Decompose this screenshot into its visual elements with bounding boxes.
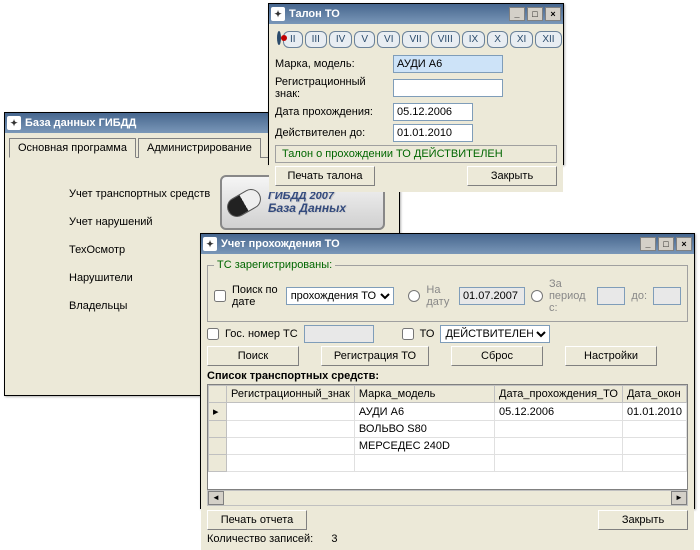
- maximize-button[interactable]: □: [527, 7, 543, 21]
- col-enddate[interactable]: Дата_окон: [622, 386, 686, 403]
- lbl-to-chk: ТО: [420, 328, 435, 340]
- lbl-validuntil: Действителен до:: [275, 127, 387, 139]
- close-talon-button[interactable]: Закрыть: [467, 166, 557, 186]
- table-row[interactable]: ВОЛЬВО S80: [209, 421, 687, 438]
- reset-button[interactable]: Сброс: [451, 346, 543, 366]
- pill-icon: [223, 185, 264, 220]
- lbl-search-date: Поиск по дате: [232, 284, 280, 308]
- regnum-input[interactable]: [393, 79, 503, 97]
- lbl-regnum: Регистрационный знак:: [275, 76, 387, 100]
- to-titlebar[interactable]: ✦ Учет прохождения ТО _ □ ×: [201, 234, 694, 254]
- roman-3[interactable]: III: [305, 31, 327, 48]
- table-row[interactable]: ▸АУДИ А605.12.200601.01.2010: [209, 403, 687, 421]
- col-model[interactable]: Марка_модель: [354, 386, 494, 403]
- to-icon: ✦: [203, 237, 217, 251]
- period-from-input[interactable]: [597, 287, 625, 305]
- roman-6[interactable]: VI: [377, 31, 400, 48]
- roman-11[interactable]: XI: [510, 31, 533, 48]
- print-report-button[interactable]: Печать отчета: [207, 510, 307, 530]
- passdate-input[interactable]: [393, 103, 473, 121]
- roman-8[interactable]: VIII: [431, 31, 460, 48]
- count-label: Количество записей:: [207, 533, 313, 545]
- close-button[interactable]: ×: [545, 7, 561, 21]
- col-regnum[interactable]: Регистрационный_знак: [227, 386, 355, 403]
- lbl-model: Марка, модель:: [275, 58, 387, 70]
- logo-line2: База Данных: [268, 202, 346, 214]
- list-title: Список транспортных средств:: [207, 370, 688, 382]
- maximize-button[interactable]: □: [658, 237, 674, 251]
- roman-7[interactable]: VII: [402, 31, 428, 48]
- chk-gosnum[interactable]: [207, 328, 219, 340]
- roman-toolbar: II III IV V VI VII VIII IX X XI XII: [275, 27, 557, 52]
- settings-button[interactable]: Настройки: [565, 346, 657, 366]
- chk-search-date[interactable]: [214, 290, 226, 302]
- talon-icon: ✦: [271, 7, 285, 21]
- validuntil-input[interactable]: [393, 124, 473, 142]
- minimize-button[interactable]: _: [640, 237, 656, 251]
- vehicle-grid[interactable]: Регистрационный_знак Марка_модель Дата_п…: [207, 384, 688, 490]
- fieldset-legend: ТС зарегистрированы:: [214, 259, 335, 271]
- lbl-to: до:: [631, 290, 647, 302]
- roman-4[interactable]: IV: [329, 31, 352, 48]
- gosnum-input[interactable]: [304, 325, 374, 343]
- lbl-passdate: Дата прохождения:: [275, 106, 387, 118]
- roman-5[interactable]: V: [354, 31, 375, 48]
- col-passdate[interactable]: Дата_прохождения_ТО: [495, 386, 623, 403]
- status-text: Талон о прохождении ТО ДЕЙСТВИТЕЛЕН: [282, 148, 503, 160]
- app-icon: ✦: [7, 116, 21, 130]
- radio-period[interactable]: [531, 290, 543, 302]
- count-value: 3: [331, 533, 337, 545]
- sel-search[interactable]: прохождения ТО: [286, 287, 394, 305]
- model-input[interactable]: [393, 55, 503, 73]
- date-input[interactable]: [459, 287, 525, 305]
- talon-title: Талон ТО: [289, 8, 340, 20]
- lbl-gosnum: Гос. номер ТС: [225, 328, 298, 340]
- grid-scrollbar[interactable]: ◄►: [207, 490, 688, 506]
- record-icon[interactable]: [277, 31, 281, 45]
- lbl-on-date: На дату: [426, 284, 453, 308]
- talon-titlebar[interactable]: ✦ Талон ТО _ □ ×: [269, 4, 563, 24]
- tab-main[interactable]: Основная программа: [9, 138, 136, 158]
- roman-9[interactable]: IX: [462, 31, 485, 48]
- roman-12[interactable]: XII: [535, 31, 561, 48]
- tab-admin[interactable]: Администрирование: [138, 138, 261, 158]
- talon-window: ✦ Талон ТО _ □ × II III IV V VI VII VIII…: [268, 3, 564, 165]
- close-button[interactable]: ×: [676, 237, 692, 251]
- close-to-button[interactable]: Закрыть: [598, 510, 688, 530]
- radio-on-date[interactable]: [408, 290, 420, 302]
- minimize-button[interactable]: _: [509, 7, 525, 21]
- roman-10[interactable]: X: [487, 31, 508, 48]
- register-to-button[interactable]: Регистрация ТО: [321, 346, 429, 366]
- to-title: Учет прохождения ТО: [221, 238, 340, 250]
- search-button[interactable]: Поиск: [207, 346, 299, 366]
- period-to-input[interactable]: [653, 287, 681, 305]
- to-window: ✦ Учет прохождения ТО _ □ × ТС зарегистр…: [200, 233, 695, 509]
- print-talon-button[interactable]: Печать талона: [275, 166, 375, 186]
- lbl-period: За период с:: [549, 278, 591, 314]
- table-row[interactable]: МЕРСЕДЕС 240D: [209, 438, 687, 455]
- sel-to-status[interactable]: ДЕЙСТВИТЕЛЕН: [440, 325, 550, 343]
- db-title: База данных ГИБДД: [25, 117, 136, 129]
- chk-to[interactable]: [402, 328, 414, 340]
